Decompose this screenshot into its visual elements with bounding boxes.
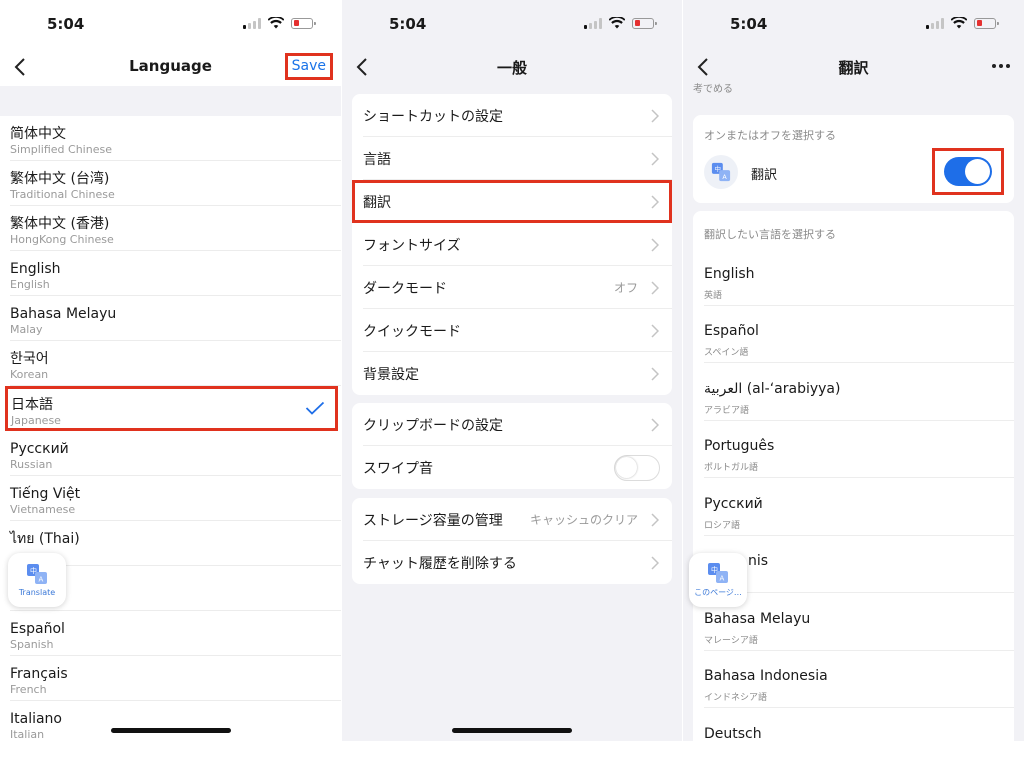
language-item[interactable]: English English — [10, 251, 341, 296]
setting-storage[interactable]: ストレージ容量の管理 キャッシュのクリア — [363, 498, 672, 541]
wifi-icon — [951, 17, 967, 29]
chevron-right-icon — [651, 109, 659, 123]
checkmark-icon — [305, 401, 325, 415]
chevron-right-icon — [651, 556, 659, 570]
status-bar: 5:04 — [0, 0, 341, 48]
home-indicator — [110, 728, 231, 733]
onoff-header: オンまたはオフを選択する — [704, 129, 836, 142]
chevron-right-icon — [651, 281, 659, 295]
settings-group-main: ショートカットの設定 言語 翻訳 フォントサイズ ダークモード オフ クイックモー… — [352, 94, 672, 395]
clipped-text: 考でめる — [693, 84, 733, 95]
setting-shortcut[interactable]: ショートカットの設定 — [363, 94, 672, 137]
translate-language-item[interactable]: Русский ロシア語 — [704, 479, 1014, 536]
svg-text:中: 中 — [30, 566, 37, 575]
setting-quick-mode[interactable]: クイックモード — [363, 309, 672, 352]
chevron-right-icon — [651, 152, 659, 166]
status-bar: 5:04 — [683, 0, 1024, 48]
translate-toggle-card: オンまたはオフを選択する 中A 翻訳 — [693, 115, 1014, 203]
translate-page-float-button[interactable]: 中A このページ… — [689, 553, 747, 607]
signal-icon — [584, 17, 602, 29]
status-time: 5:04 — [730, 15, 768, 33]
page-title: 翻訳 — [838, 59, 869, 77]
status-time: 5:04 — [47, 15, 85, 33]
translate-language-item[interactable]: Deutsch — [704, 709, 1014, 741]
svg-text:中: 中 — [711, 565, 718, 574]
language-item[interactable]: Italiano Italian — [10, 701, 341, 741]
language-item[interactable]: Español Spanish — [10, 611, 341, 656]
clear-cache-value: キャッシュのクリア — [529, 513, 638, 527]
translate-language-item[interactable]: Español スペイン語 — [704, 306, 1014, 363]
signal-icon — [926, 17, 944, 29]
translate-toggle-highlight — [932, 148, 1004, 195]
setting-background[interactable]: 背景設定 — [363, 352, 672, 395]
translate-icon: 中A — [708, 563, 728, 583]
setting-clipboard[interactable]: クリップボードの設定 — [363, 403, 672, 446]
language-item[interactable]: Français French — [10, 656, 341, 701]
chevron-right-icon — [651, 238, 659, 252]
language-item[interactable]: 繁体中文 (台湾) Traditional Chinese — [10, 161, 341, 206]
translate-toggle[interactable] — [944, 157, 992, 186]
setting-dark-mode[interactable]: ダークモード オフ — [363, 266, 672, 309]
svg-text:中: 中 — [715, 164, 721, 173]
setting-language[interactable]: 言語 — [363, 137, 672, 180]
translate-language-item[interactable]: العربية (al-‘arabiyya) アラビア語 — [704, 364, 1014, 421]
setting-font-size[interactable]: フォントサイズ — [363, 223, 672, 266]
chevron-right-icon — [651, 418, 659, 432]
svg-text:A: A — [722, 174, 727, 181]
svg-text:A: A — [39, 576, 44, 584]
status-time: 5:04 — [389, 15, 427, 33]
dark-mode-value: オフ — [613, 281, 638, 295]
language-item[interactable]: 한국어 Korean — [10, 341, 341, 386]
language-item[interactable]: Bahasa Melayu Malay — [10, 296, 341, 341]
language-list: 简体中文 Simplified Chinese 繁体中文 (台湾) Traditio… — [0, 116, 341, 741]
battery-icon — [974, 17, 999, 29]
translate-icon: 中A — [27, 564, 47, 584]
settings-group-storage: ストレージ容量の管理 キャッシュのクリア チャット履歴を削除する — [352, 498, 672, 584]
signal-icon — [243, 17, 261, 29]
battery-icon — [291, 17, 316, 29]
translate-language-item[interactable]: Bahasa Melayu マレーシア語 — [704, 594, 1014, 651]
more-options-icon[interactable] — [992, 64, 1010, 68]
translate-icon: 中A — [704, 155, 738, 189]
translate-settings-screen: 5:04 翻訳 考でめる オンまたはオフを選択する 中A 翻訳 翻訳したい言語を… — [683, 0, 1024, 741]
nav-bar: 一般 — [342, 48, 682, 86]
svg-text:A: A — [720, 575, 725, 583]
chevron-right-icon — [651, 367, 659, 381]
wifi-icon — [609, 17, 625, 29]
chevron-right-icon — [651, 195, 659, 209]
status-bar: 5:04 — [342, 0, 682, 48]
nav-bar: Language Save — [0, 48, 341, 86]
settings-group-clipboard: クリップボードの設定 スワイプ音 — [352, 403, 672, 489]
language-item[interactable]: Tiếng Việt Vietnamese — [10, 476, 341, 521]
wifi-icon — [268, 17, 284, 29]
swipe-sound-toggle[interactable] — [614, 455, 660, 481]
language-item-selected[interactable]: 日本語 Japanese — [5, 386, 338, 431]
translate-language-item[interactable]: nis — [704, 536, 1014, 593]
chevron-right-icon — [651, 324, 659, 338]
translate-label: 翻訳 — [751, 168, 778, 183]
page-title: 一般 — [496, 59, 527, 77]
save-button[interactable]: Save — [284, 53, 333, 80]
language-header: 翻訳したい言語を選択する — [704, 228, 836, 241]
language-item[interactable]: Русский Russian — [10, 431, 341, 476]
setting-swipe-sound: スワイプ音 — [363, 446, 672, 489]
translate-language-card: 翻訳したい言語を選択する English 英語 Español スペイン語 العر… — [693, 211, 1014, 741]
battery-icon — [632, 17, 657, 29]
translate-float-button[interactable]: 中A Translate — [8, 553, 66, 607]
translate-language-item[interactable]: English 英語 — [704, 249, 1014, 306]
setting-translate[interactable]: 翻訳 — [352, 180, 672, 223]
language-item[interactable]: 简体中文 Simplified Chinese — [10, 116, 341, 161]
general-settings-screen: 5:04 一般 ショートカットの設定 言語 翻訳 フォントサイズ ダークモードオ… — [342, 0, 682, 741]
home-indicator — [452, 728, 572, 733]
translate-language-item[interactable]: Português ポルトガル語 — [704, 421, 1014, 478]
chevron-right-icon — [651, 513, 659, 527]
nav-bar: 翻訳 — [683, 48, 1024, 86]
setting-delete-history[interactable]: チャット履歴を削除する — [363, 541, 672, 584]
language-screen: 5:04 Language Save 简体中文 Simplified Chines… — [0, 0, 341, 741]
language-item[interactable]: 繁体中文 (香港) HongKong Chinese — [10, 206, 341, 251]
translate-language-item[interactable]: Bahasa Indonesia インドネシア語 — [704, 651, 1014, 708]
